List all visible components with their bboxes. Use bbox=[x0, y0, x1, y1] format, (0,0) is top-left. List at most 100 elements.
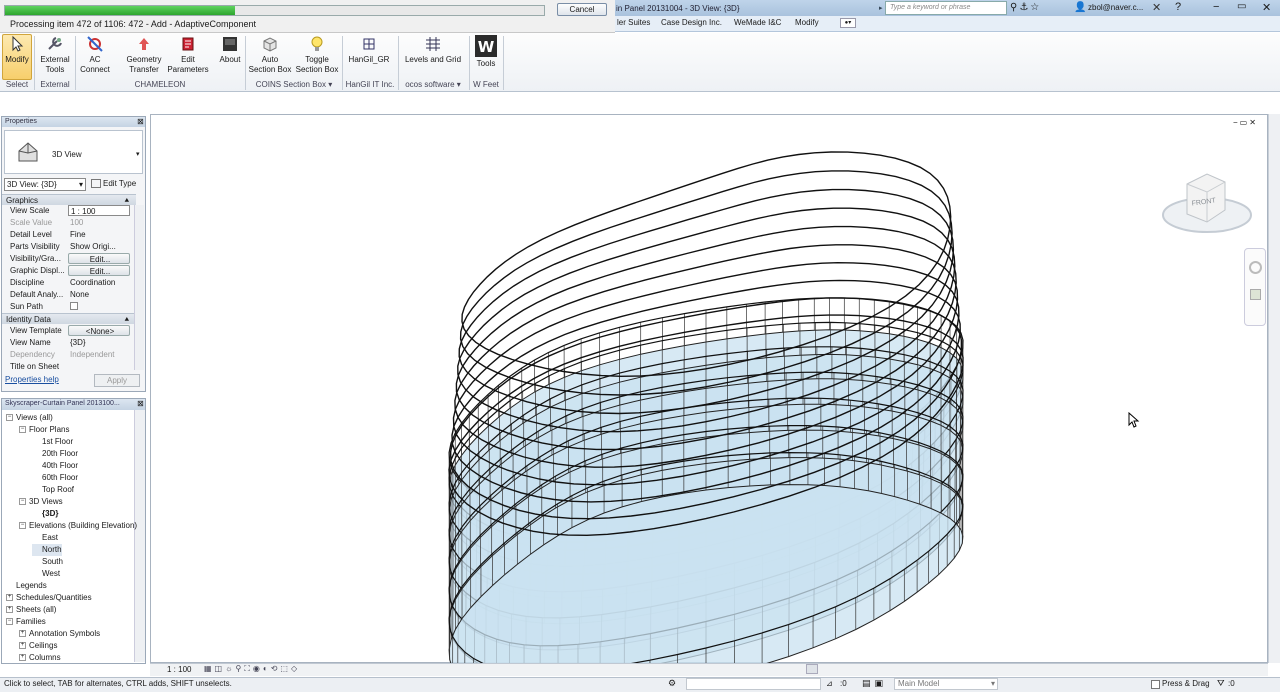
navigation-bar[interactable] bbox=[1244, 248, 1266, 326]
panel-select[interactable]: Select bbox=[2, 80, 32, 89]
collapse-icon[interactable]: − bbox=[6, 618, 13, 626]
steering-wheel-icon[interactable] bbox=[1249, 261, 1262, 274]
tab-wemade[interactable]: WeMade I&C bbox=[734, 18, 781, 27]
browser-item[interactable]: 60th Floor bbox=[32, 472, 78, 484]
collapse-icon[interactable]: − bbox=[6, 414, 13, 422]
view-template-button[interactable]: <None> bbox=[68, 325, 130, 336]
prop-value[interactable]: {3D} bbox=[68, 337, 130, 348]
expand-icon[interactable]: + bbox=[6, 594, 13, 602]
browser-item[interactable]: − Floor Plans bbox=[19, 424, 69, 436]
press-drag-checkbox[interactable] bbox=[1151, 680, 1160, 689]
viewport-scrollbar-v[interactable] bbox=[1268, 114, 1280, 663]
close-icon[interactable]: ✕ bbox=[1262, 1, 1271, 14]
filter-icon[interactable]: ⛛ bbox=[1217, 678, 1225, 689]
browser-item[interactable]: −3D Views bbox=[19, 496, 63, 508]
cancel-button[interactable]: Cancel bbox=[557, 3, 607, 16]
view-window-controls[interactable]: −▭✕ bbox=[1233, 118, 1258, 127]
search-expand-icon[interactable]: ▸ bbox=[879, 4, 883, 12]
help-icon[interactable]: ? bbox=[1175, 1, 1181, 13]
prop-value[interactable]: Fine bbox=[68, 229, 130, 240]
view-scale-control[interactable]: 1 : 100 bbox=[167, 665, 191, 674]
worksets-icon[interactable]: ⚙ bbox=[668, 678, 676, 689]
collapse-icon[interactable] bbox=[32, 486, 39, 493]
browser-item[interactable]: Legends bbox=[6, 580, 47, 592]
collapse-icon[interactable] bbox=[6, 582, 13, 589]
user-icon[interactable]: 👤 bbox=[1074, 2, 1086, 13]
search-input[interactable]: Type a keyword or phrase bbox=[885, 1, 1007, 15]
user-account[interactable]: zbol@naver.c... bbox=[1088, 3, 1143, 12]
browser-item[interactable]: {3D} bbox=[32, 508, 58, 520]
prop-detail-level[interactable]: Detail Level Fine bbox=[2, 229, 130, 241]
model-dropdown[interactable]: Main Model ▾ bbox=[894, 678, 998, 690]
view-scale-input[interactable]: 1 : 100 bbox=[68, 205, 130, 216]
browser-item[interactable]: − Elevations (Building Elevation) bbox=[19, 520, 137, 532]
prop-value[interactable] bbox=[68, 361, 130, 372]
modify-button[interactable]: Modify bbox=[2, 35, 32, 78]
design-options-icon[interactable]: ⊿ bbox=[826, 679, 833, 688]
viewport-scrollbar-h[interactable] bbox=[806, 664, 818, 674]
drawing-area-3d-view[interactable] bbox=[150, 114, 1268, 692]
status-icons[interactable]: ▤▣ bbox=[862, 678, 887, 689]
collapse-icon[interactable] bbox=[32, 534, 39, 541]
prop-visibility-graphics[interactable]: Visibility/Gra... Edit... bbox=[2, 253, 130, 265]
view-selector[interactable]: 3D View: {3D} ▾ bbox=[4, 178, 86, 191]
prop-view-name[interactable]: View Name {3D} bbox=[2, 337, 130, 349]
browser-scrollbar[interactable] bbox=[134, 410, 145, 662]
prop-title-on-sheet[interactable]: Title on Sheet bbox=[2, 361, 130, 373]
toggle-section-box-button[interactable]: Toggle Section Box bbox=[294, 35, 340, 78]
geometry-transfer-button[interactable]: Geometry Transfer bbox=[123, 35, 165, 78]
w-tools-button[interactable]: W Tools bbox=[472, 35, 500, 78]
prop-default-analysis[interactable]: Default Analy... None bbox=[2, 289, 130, 301]
ribbon-toggle-icon[interactable]: ●▾ bbox=[840, 18, 856, 28]
properties-scrollbar[interactable] bbox=[134, 205, 144, 370]
prop-view-template[interactable]: View Template <None> bbox=[2, 325, 130, 337]
collapse-icon[interactable] bbox=[32, 546, 39, 553]
external-tools-button[interactable]: External Tools bbox=[36, 35, 74, 78]
browser-item[interactable]: South bbox=[32, 556, 63, 568]
edit-parameters-button[interactable]: Edit Parameters bbox=[166, 35, 210, 78]
minimize-icon[interactable]: − bbox=[1213, 1, 1219, 13]
prop-graphic-display[interactable]: Graphic Displ... Edit... bbox=[2, 265, 130, 277]
browser-item[interactable]: 40th Floor bbox=[32, 460, 78, 472]
browser-item[interactable]: East bbox=[32, 532, 58, 544]
exchange-icon[interactable]: ✕ bbox=[1152, 1, 1161, 14]
workset-dropdown[interactable] bbox=[686, 678, 821, 690]
prop-value[interactable]: Coordination bbox=[68, 277, 130, 288]
panel-coins[interactable]: COINS Section Box ▾ bbox=[246, 80, 342, 89]
hangil-gr-button[interactable]: HanGil_GR bbox=[346, 35, 392, 78]
panel-w-feet[interactable]: W Feet bbox=[470, 80, 502, 89]
tab-modify[interactable]: Modify bbox=[795, 18, 819, 27]
sun-path-checkbox[interactable] bbox=[68, 301, 130, 312]
browser-item[interactable]: + Columns bbox=[19, 652, 61, 664]
section-identity[interactable]: Identity Data ⯅ bbox=[2, 313, 136, 324]
browser-item[interactable]: 1st Floor bbox=[32, 436, 73, 448]
edit-type-button[interactable]: Edit Type bbox=[91, 178, 141, 191]
collapse-icon[interactable] bbox=[32, 510, 39, 517]
prop-sun-path[interactable]: Sun Path bbox=[2, 301, 130, 313]
tab-suites[interactable]: ler Suites bbox=[617, 18, 650, 27]
panel-hangil[interactable]: HanGil IT Inc. bbox=[343, 80, 397, 89]
graphic-display-edit-button[interactable]: Edit... bbox=[68, 265, 130, 276]
browser-item[interactable]: Top Roof bbox=[32, 484, 74, 496]
collapse-icon[interactable]: − bbox=[19, 498, 26, 506]
properties-close-icon[interactable]: ⊠ bbox=[137, 117, 144, 126]
ac-connect-button[interactable]: AC Connect bbox=[76, 35, 114, 78]
panel-chameleon[interactable]: CHAMELEON bbox=[76, 80, 244, 89]
zoom-icon[interactable] bbox=[1250, 289, 1261, 300]
collapse-icon[interactable]: − bbox=[19, 522, 26, 530]
browser-close-icon[interactable]: ⊠ bbox=[137, 399, 144, 408]
properties-help-link[interactable]: Properties help bbox=[5, 375, 59, 384]
collapse-icon[interactable] bbox=[32, 570, 39, 577]
section-graphics[interactable]: Graphics ⯅ bbox=[2, 194, 136, 205]
prop-value[interactable]: None bbox=[68, 289, 130, 300]
collapse-icon[interactable] bbox=[32, 558, 39, 565]
expand-icon[interactable]: + bbox=[6, 606, 13, 614]
browser-item[interactable]: West bbox=[32, 568, 60, 580]
browser-item[interactable]: + Schedules/Quantities bbox=[6, 592, 92, 604]
tab-case-design[interactable]: Case Design Inc. bbox=[661, 18, 722, 27]
browser-item[interactable]: + Ceilings bbox=[19, 640, 57, 652]
levels-grid-button[interactable]: Levels and Grid bbox=[403, 35, 463, 78]
viewcube-icon[interactable]: FRONT bbox=[1160, 170, 1255, 240]
prop-discipline[interactable]: Discipline Coordination bbox=[2, 277, 130, 289]
prop-parts-visibility[interactable]: Parts Visibility Show Origi... bbox=[2, 241, 130, 253]
